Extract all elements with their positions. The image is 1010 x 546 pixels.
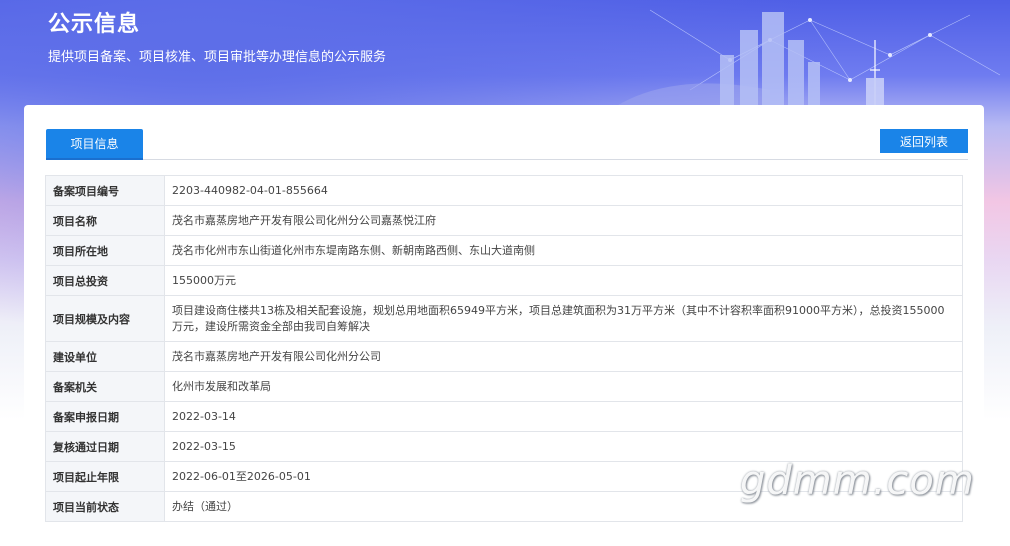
watermark: gdmm.com	[740, 458, 975, 504]
row-value: 项目建设商住楼共13栋及相关配套设施，规划总用地面积65949平方米，项目总建筑…	[164, 295, 963, 342]
row-label: 备案项目编号	[45, 175, 165, 206]
row-value: 2022-03-15	[164, 431, 963, 462]
row-label: 项目名称	[45, 205, 165, 236]
row-value: 2022-03-14	[164, 401, 963, 432]
tab-bar: 项目信息 返回列表	[46, 129, 968, 160]
row-label: 项目规模及内容	[45, 295, 165, 342]
table-row: 项目名称 茂名市嘉蒸房地产开发有限公司化州分公司嘉蒸悦江府	[45, 205, 963, 236]
row-label: 项目起止年限	[45, 461, 165, 492]
row-value: 2203-440982-04-01-855664	[164, 175, 963, 206]
table-row: 备案项目编号 2203-440982-04-01-855664	[45, 175, 963, 206]
table-row: 项目所在地 茂名市化州市东山街道化州市东堤南路东侧、新朝南路西侧、东山大道南侧	[45, 235, 963, 266]
row-label: 建设单位	[45, 341, 165, 372]
row-value: 茂名市嘉蒸房地产开发有限公司化州分公司	[164, 341, 963, 372]
row-label: 备案机关	[45, 371, 165, 402]
row-label: 项目总投资	[45, 265, 165, 296]
table-row: 备案申报日期 2022-03-14	[45, 401, 963, 432]
row-label: 项目当前状态	[45, 491, 165, 522]
table-row: 项目总投资 155000万元	[45, 265, 963, 296]
row-value: 化州市发展和改革局	[164, 371, 963, 402]
row-label: 备案申报日期	[45, 401, 165, 432]
page-subtitle: 提供项目备案、项目核准、项目审批等办理信息的公示服务	[48, 50, 387, 65]
table-row: 复核通过日期 2022-03-15	[45, 431, 963, 462]
row-value: 155000万元	[164, 265, 963, 296]
row-label: 复核通过日期	[45, 431, 165, 462]
table-row: 项目规模及内容 项目建设商住楼共13栋及相关配套设施，规划总用地面积65949平…	[45, 295, 963, 342]
back-to-list-button[interactable]: 返回列表	[880, 129, 968, 153]
row-value: 茂名市嘉蒸房地产开发有限公司化州分公司嘉蒸悦江府	[164, 205, 963, 236]
row-value: 茂名市化州市东山街道化州市东堤南路东侧、新朝南路西侧、东山大道南侧	[164, 235, 963, 266]
row-label: 项目所在地	[45, 235, 165, 266]
tab-project-info[interactable]: 项目信息	[46, 129, 143, 160]
city-skyline-illustration	[610, 9, 1001, 110]
table-row: 备案机关 化州市发展和改革局	[45, 371, 963, 402]
page-title: 公示信息	[48, 12, 141, 37]
table-row: 建设单位 茂名市嘉蒸房地产开发有限公司化州分公司	[45, 341, 963, 372]
